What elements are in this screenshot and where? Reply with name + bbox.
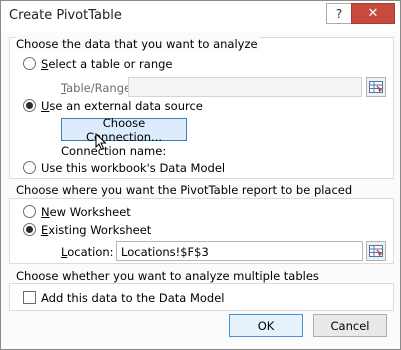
dialog-title: Create PivotTable [9,8,122,23]
workbook-data-model-label[interactable]: Use this workbook's Data Model [41,161,225,175]
existing-worksheet-label[interactable]: Existing Worksheet [41,223,151,237]
cancel-button[interactable]: Cancel [313,314,387,337]
title-bar: Create PivotTable ? ✕ [1,1,400,32]
existing-worksheet-radio[interactable] [23,223,36,236]
location-selector-button[interactable] [366,241,386,261]
add-to-data-model-checkbox[interactable] [23,291,36,304]
table-range-input[interactable] [128,77,362,97]
range-selector-icon [369,81,383,93]
multiple-tables-legend: Choose whether you want to analyze multi… [16,269,321,283]
mouse-pointer-icon [95,132,107,154]
location-input[interactable]: Locations!$F$3 [116,241,363,261]
add-to-data-model-label[interactable]: Add this data to the Data Model [41,291,225,305]
placement-legend: Choose where you want the PivotTable rep… [16,183,355,197]
ok-button[interactable]: OK [229,314,303,337]
location-label: Location: [61,245,114,259]
new-worksheet-label[interactable]: New Worksheet [41,205,131,219]
connection-name-label: Connection name: [61,144,167,158]
close-button[interactable]: ✕ [351,3,395,24]
external-data-source-label[interactable]: Use an external data source [41,99,203,113]
select-table-range-label[interactable]: Select a table or range [41,57,173,71]
new-worksheet-radio[interactable] [23,205,36,218]
choose-connection-button[interactable]: Choose Connection... [61,116,187,144]
select-table-range-radio[interactable] [23,57,36,70]
workbook-data-model-radio[interactable] [23,161,36,174]
create-pivottable-dialog: Create PivotTable ? ✕ Choose the data th… [0,0,401,350]
table-range-selector-button[interactable] [366,77,386,97]
range-selector-icon [369,245,383,257]
table-range-label: Table/Range: [61,81,135,95]
data-source-legend: Choose the data that you want to analyze [16,37,260,51]
external-data-source-radio[interactable] [23,99,36,112]
help-button[interactable]: ? [326,3,352,24]
